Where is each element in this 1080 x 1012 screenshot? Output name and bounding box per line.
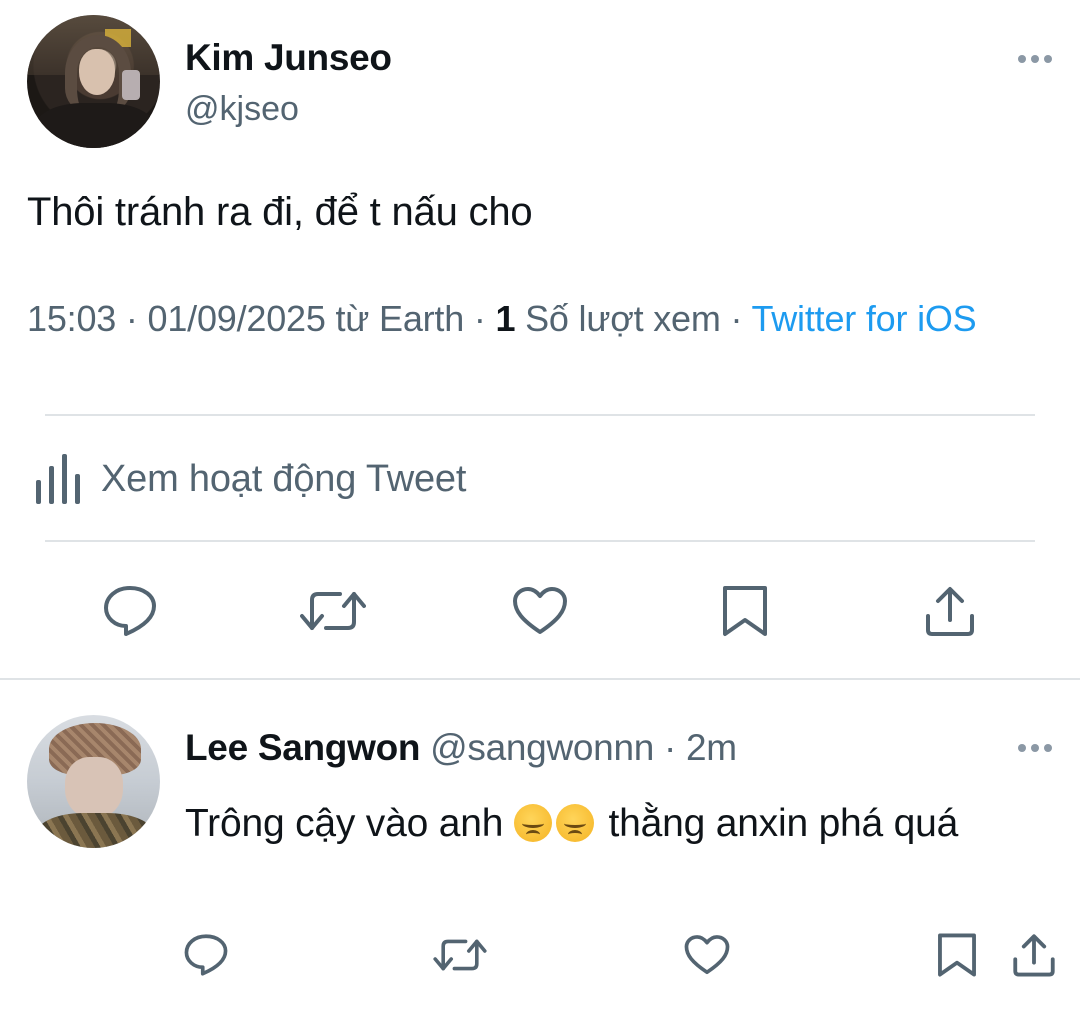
reply-bookmark-icon[interactable]	[934, 932, 980, 978]
avatar-jacket	[37, 813, 153, 848]
reply-text: Trông cậy vào anh thằng anxin phá quá	[185, 796, 985, 851]
meta-separator: ·	[730, 298, 752, 339]
reply-text-start: Trông cậy vào anh	[185, 802, 504, 845]
reply-reply-icon[interactable]	[183, 933, 229, 977]
author-handle[interactable]: @kjseo	[185, 88, 299, 130]
divider	[45, 414, 1035, 416]
tweet-date[interactable]: 01/09/2025	[148, 298, 326, 339]
reply-text-end: thằng anxin phá quá	[608, 802, 959, 845]
avatar-phone	[122, 70, 140, 100]
view-label: Số lượt xem	[525, 298, 721, 339]
avatar-body	[35, 103, 155, 148]
reply-time[interactable]: 2m	[686, 727, 737, 768]
section-divider	[0, 678, 1080, 680]
tweet-text: Thôi tránh ra đi, để t nấu cho	[27, 190, 533, 234]
meta-separator: ·	[125, 298, 148, 339]
meta-separator: ·	[473, 298, 496, 339]
reply-author-name[interactable]: Lee Sangwon	[185, 727, 420, 768]
reply-more-options-icon[interactable]	[1018, 744, 1052, 752]
retweet-icon[interactable]	[300, 586, 366, 636]
tweet-time[interactable]: 15:03	[27, 298, 116, 339]
tweet-activity-link[interactable]: Xem hoạt động Tweet	[33, 452, 466, 506]
reply-author-avatar[interactable]	[27, 715, 160, 848]
author-avatar[interactable]	[27, 15, 160, 148]
like-icon[interactable]	[512, 586, 568, 636]
author-name[interactable]: Kim Junseo	[185, 36, 392, 80]
disappointed-face-emoji-pair	[513, 802, 598, 845]
divider	[45, 540, 1035, 542]
reply-retweet-icon[interactable]	[433, 935, 487, 975]
tweet-source-link[interactable]: Twitter for iOS	[751, 298, 976, 339]
reply-share-icon[interactable]	[1010, 932, 1058, 978]
tweet-meta: 15:03 · 01/09/2025 từ Earth · 1 Số lượt …	[27, 296, 1052, 342]
reply-like-icon[interactable]	[684, 934, 730, 976]
bookmark-icon[interactable]	[720, 584, 770, 638]
reply-icon[interactable]	[102, 584, 158, 638]
avatar-face	[65, 757, 123, 819]
view-count: 1	[495, 298, 516, 339]
tweet-location: từ Earth	[335, 298, 465, 339]
more-options-icon[interactable]	[1018, 55, 1052, 63]
reply-author-handle[interactable]: @sangwonnn	[430, 727, 654, 768]
reply-header: Lee Sangwon @sangwonnn · 2m	[185, 725, 737, 771]
meta-separator: ·	[663, 727, 677, 768]
tweet-activity-label: Xem hoạt động Tweet	[101, 458, 467, 500]
avatar-face	[79, 49, 115, 95]
analytics-icon	[36, 454, 80, 504]
share-icon[interactable]	[922, 584, 978, 638]
